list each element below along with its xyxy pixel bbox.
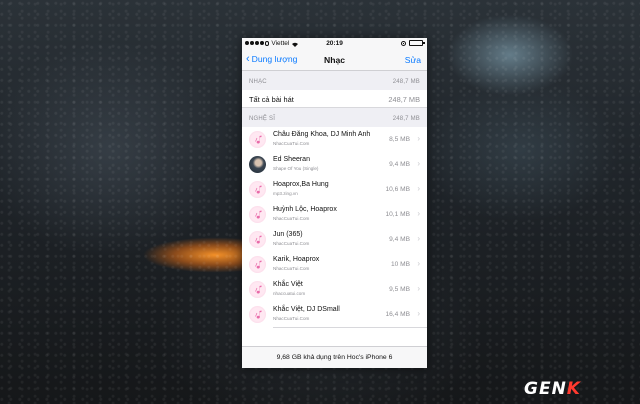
chevron-right-icon: ›	[417, 259, 420, 268]
artist-source: nhaccuatui.com	[273, 290, 306, 296]
all-songs-size: 248,7 MB	[388, 95, 420, 104]
artist-size: 8,5 MB	[389, 135, 410, 143]
artist-row[interactable]: Jun (365) NhacCuaTui.Com 9,4 MB ›	[242, 227, 427, 252]
artist-name: Khắc Việt, DJ DSmall	[273, 306, 340, 313]
artist-row[interactable]: Karik, Hoaprox NhacCuaTui.Com 10 MB ›	[242, 252, 427, 277]
all-songs-label: Tất cả bài hát	[249, 95, 294, 104]
status-bar: Viettel 20:19	[242, 38, 427, 50]
chevron-right-icon: ›	[417, 184, 420, 193]
orientation-lock-icon	[401, 40, 406, 46]
battery-icon	[409, 40, 425, 46]
chevron-right-icon: ›	[417, 134, 420, 143]
chevron-right-icon: ›	[417, 284, 420, 293]
artist-name: Châu Đăng Khoa, DJ Minh Anh	[273, 131, 371, 138]
artist-size: 9,4 MB	[389, 160, 410, 168]
artist-source: mp3.zing.vn	[273, 190, 298, 196]
artist-row[interactable]: Ed Sheeran Shape Of You (Single) 9,4 MB ›	[242, 152, 427, 177]
artists-section-size: 248,7 MB	[392, 116, 420, 122]
music-note-icon	[249, 256, 266, 273]
artist-name: Khắc Việt	[273, 281, 303, 288]
artist-row[interactable]: Khắc Việt nhaccuatui.com 9,5 MB ›	[242, 277, 427, 302]
chevron-right-icon: ›	[417, 209, 420, 218]
artist-size: 10,6 MB	[385, 185, 410, 193]
artist-source: NhacCuaTui.Com	[273, 215, 310, 221]
artist-row[interactable]: Huỳnh Lộc, Hoaprox NhacCuaTui.Com 10,1 MB ›	[242, 202, 427, 227]
edit-button[interactable]: Sửa	[405, 55, 421, 65]
music-section-title: NHẠC	[249, 79, 267, 85]
music-note-icon	[249, 206, 266, 223]
status-right-group	[401, 40, 425, 46]
genk-logo: GENK	[524, 379, 581, 399]
storage-available-footer: 9,68 GB khả dụng trên Hoc's iPhone 6	[242, 346, 427, 368]
artist-name: Huỳnh Lộc, Hoaprox	[273, 206, 337, 213]
artist-list: Châu Đăng Khoa, DJ Minh Anh NhacCuaTui.Co…	[242, 127, 427, 327]
all-songs-row[interactable]: Tất cả bài hát 248,7 MB	[242, 90, 427, 108]
navigation-bar: ‹ Dung lượng Nhạc Sửa	[242, 50, 427, 71]
artist-size: 10,1 MB	[385, 210, 410, 218]
artist-source: NhacCuaTui.Com	[273, 240, 310, 246]
music-section-size: 248,7 MB	[392, 79, 420, 85]
music-section-header: NHẠC 248,7 MB	[242, 71, 427, 90]
artist-photo	[249, 156, 266, 173]
music-note-icon	[249, 281, 266, 298]
artist-row[interactable]: Hoaprox,Ba Hung mp3.zing.vn 10,6 MB ›	[242, 177, 427, 202]
artists-section-title: NGHỆ SĨ	[249, 116, 276, 122]
music-note-icon	[249, 131, 266, 148]
artist-size: 10 MB	[390, 260, 410, 268]
artist-name: Jun (365)	[273, 231, 303, 238]
artist-source: Shape Of You (Single)	[273, 165, 319, 171]
chevron-right-icon: ›	[417, 234, 420, 243]
artist-size: 9,4 MB	[389, 235, 410, 243]
logo-text-k: K	[566, 379, 581, 399]
status-time: 20:19	[326, 40, 343, 47]
artist-source: NhacCuaTui.Com	[273, 265, 310, 271]
artist-size: 16,4 MB	[385, 310, 410, 318]
chevron-right-icon: ›	[417, 309, 420, 318]
artist-name: Hoaprox,Ba Hung	[273, 181, 329, 188]
page-title: Nhạc	[323, 55, 345, 65]
artist-row[interactable]: Khắc Việt, DJ DSmall NhacCuaTui.Com 16,4 M…	[242, 302, 427, 327]
artist-source: NhacCuaTui.Com	[273, 315, 310, 321]
music-note-icon	[249, 306, 266, 323]
iphone-screen: Viettel 20:19 ‹ Dung lượng Nhạc Sửa NHẠC…	[242, 38, 427, 368]
music-note-icon	[249, 181, 266, 198]
logo-text-gen: GEN	[524, 379, 567, 399]
artist-source: NhacCuaTui.Com	[273, 140, 310, 146]
artist-name: Karik, Hoaprox	[273, 256, 320, 263]
artist-row[interactable]: Châu Đăng Khoa, DJ Minh Anh NhacCuaTui.Co…	[242, 127, 427, 152]
artist-size: 9,5 MB	[389, 285, 410, 293]
artist-name: Ed Sheeran	[273, 156, 310, 163]
music-note-icon	[249, 231, 266, 248]
chevron-right-icon: ›	[417, 159, 420, 168]
artists-section-header: NGHỆ SĨ 248,7 MB	[242, 108, 427, 127]
